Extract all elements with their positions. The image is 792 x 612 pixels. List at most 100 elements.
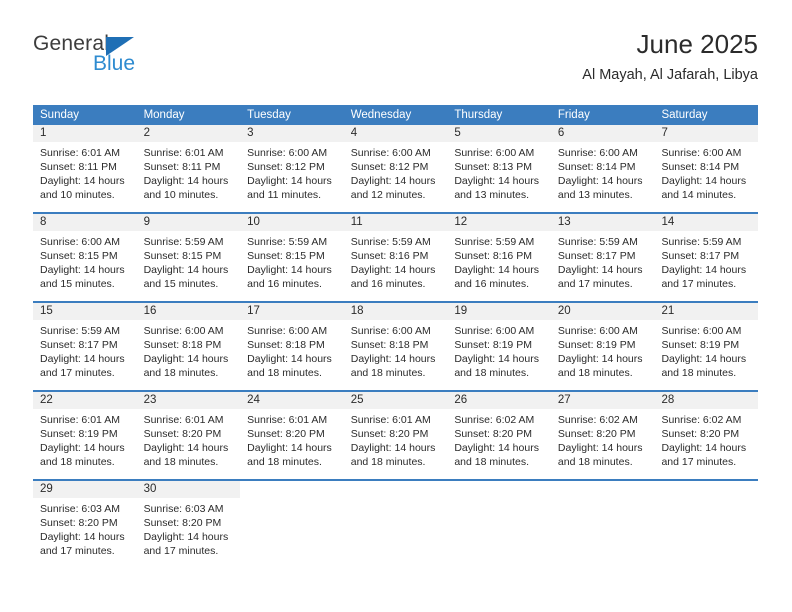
day-cell[interactable]: Sunrise: 6:00 AM Sunset: 8:19 PM Daylight:… [447, 320, 551, 390]
day-number[interactable]: 4 [344, 125, 448, 142]
day-cell[interactable]: Sunrise: 6:00 AM Sunset: 8:19 PM Daylight:… [551, 320, 655, 390]
day-number[interactable]: 27 [551, 392, 655, 409]
day-cell[interactable]: Sunrise: 6:00 AM Sunset: 8:14 PM Daylight:… [654, 142, 758, 212]
day-cell[interactable]: Sunrise: 5:59 AM Sunset: 8:16 PM Daylight:… [344, 231, 448, 301]
day-number-row: 1234567 [33, 125, 758, 142]
day-number[interactable]: 22 [33, 392, 137, 409]
day-number[interactable]: 10 [240, 214, 344, 231]
day-cell[interactable]: Sunrise: 6:00 AM Sunset: 8:13 PM Daylight:… [447, 142, 551, 212]
day-number[interactable]: 2 [137, 125, 241, 142]
day-cell[interactable]: Sunrise: 6:00 AM Sunset: 8:18 PM Daylight:… [137, 320, 241, 390]
daylight-text: Daylight: 14 hours and 10 minutes. [143, 175, 229, 201]
weekday-header-tuesday: Tuesday [247, 109, 291, 121]
day-cell[interactable]: Sunrise: 6:01 AM Sunset: 8:11 PM Daylight:… [33, 142, 137, 212]
daylight-text: Daylight: 14 hours and 12 minutes. [350, 175, 436, 201]
sunrise-text: Sunrise: 5:59 AM [247, 236, 328, 248]
day-number[interactable]: 30 [137, 481, 241, 498]
day-cell[interactable]: Sunrise: 5:59 AM Sunset: 8:15 PM Daylight:… [240, 231, 344, 301]
daylight-text: Daylight: 14 hours and 16 minutes. [350, 264, 436, 290]
day-detail-row: Sunrise: 6:00 AM Sunset: 8:15 PM Daylight:… [33, 231, 758, 301]
daylight-text: Daylight: 14 hours and 17 minutes. [557, 264, 643, 290]
day-number[interactable]: 9 [137, 214, 241, 231]
sunrise-text: Sunrise: 5:59 AM [454, 236, 535, 248]
day-number[interactable]: 8 [33, 214, 137, 231]
day-cell[interactable]: Sunrise: 6:00 AM Sunset: 8:19 PM Daylight:… [654, 320, 758, 390]
day-number[interactable]: 24 [240, 392, 344, 409]
day-number[interactable]: 21 [654, 303, 758, 320]
day-cell[interactable]: Sunrise: 5:59 AM Sunset: 8:17 PM Daylight:… [33, 320, 137, 390]
day-number[interactable]: 15 [33, 303, 137, 320]
day-cell[interactable]: Sunrise: 6:01 AM Sunset: 8:20 PM Daylight:… [240, 409, 344, 479]
day-number[interactable]: 7 [654, 125, 758, 142]
day-number[interactable]: 19 [447, 303, 551, 320]
day-cell-empty [447, 498, 551, 568]
day-number[interactable]: 14 [654, 214, 758, 231]
day-number[interactable]: 11 [344, 214, 448, 231]
day-number[interactable]: 12 [447, 214, 551, 231]
day-number[interactable]: 28 [654, 392, 758, 409]
day-number-row: 15 16 17 18 19 20 21 [33, 303, 758, 320]
daylight-text: Daylight: 14 hours and 15 minutes. [40, 264, 125, 290]
sunrise-text: Sunrise: 6:01 AM [247, 414, 328, 426]
day-cell[interactable]: Sunrise: 6:03 AM Sunset: 8:20 PM Daylight:… [137, 498, 241, 568]
sunrise-text: Sunrise: 6:01 AM [40, 147, 120, 159]
sunset-text: Sunset: 8:19 PM [557, 339, 636, 351]
sunset-text: Sunset: 8:17 PM [557, 250, 636, 262]
sunset-text: Sunset: 8:15 PM [40, 250, 118, 262]
day-cell[interactable]: Sunrise: 6:03 AM Sunset: 8:20 PM Daylight:… [33, 498, 137, 568]
sunrise-text: Sunrise: 6:00 AM [557, 325, 638, 337]
day-cell[interactable]: Sunrise: 6:01 AM Sunset: 8:19 PM Daylight:… [33, 409, 137, 479]
day-number[interactable]: 17 [240, 303, 344, 320]
weekday-header-sunday: Sunday [40, 109, 80, 121]
day-cell[interactable]: Sunrise: 6:02 AM Sunset: 8:20 PM Daylight:… [447, 409, 551, 479]
day-cell[interactable]: Sunrise: 6:02 AM Sunset: 8:20 PM Daylight:… [654, 409, 758, 479]
sunrise-text: Sunrise: 6:00 AM [143, 325, 224, 337]
sunset-text: Sunset: 8:20 PM [557, 428, 636, 440]
day-cell[interactable]: Sunrise: 6:00 AM Sunset: 8:12 PM Daylight:… [344, 142, 448, 212]
day-cell[interactable]: Sunrise: 6:01 AM Sunset: 8:20 PM Daylight:… [344, 409, 448, 479]
day-number[interactable]: 23 [137, 392, 241, 409]
day-cell[interactable]: Sunrise: 6:00 AM Sunset: 8:12 PM Daylight:… [240, 142, 344, 212]
sunrise-text: Sunrise: 6:00 AM [40, 236, 120, 248]
day-cell[interactable]: Sunrise: 6:01 AM Sunset: 8:20 PM Daylight:… [137, 409, 241, 479]
day-cell[interactable]: Sunrise: 6:00 AM Sunset: 8:15 PM Daylight:… [33, 231, 137, 301]
day-number[interactable]: 29 [33, 481, 137, 498]
sunset-text: Sunset: 8:12 PM [350, 161, 429, 173]
day-number[interactable]: 3 [240, 125, 344, 142]
day-cell[interactable]: Sunrise: 6:02 AM Sunset: 8:20 PM Daylight:… [551, 409, 655, 479]
day-number-empty [240, 481, 344, 498]
daylight-text: Daylight: 14 hours and 14 minutes. [661, 175, 747, 201]
general-blue-logo[interactable]: General Blue [33, 32, 213, 88]
calendar-page: General Blue June 2025 Al Mayah, Al Jafa… [0, 0, 792, 612]
day-cell[interactable]: Sunrise: 6:01 AM Sunset: 8:11 PM Daylight:… [137, 142, 241, 212]
day-cell[interactable]: Sunrise: 5:59 AM Sunset: 8:17 PM Daylight:… [654, 231, 758, 301]
day-cell[interactable]: Sunrise: 6:00 AM Sunset: 8:14 PM Daylight:… [551, 142, 655, 212]
sunset-text: Sunset: 8:16 PM [350, 250, 429, 262]
day-cell[interactable]: Sunrise: 6:00 AM Sunset: 8:18 PM Daylight:… [344, 320, 448, 390]
day-cell[interactable]: Sunrise: 6:00 AM Sunset: 8:18 PM Daylight:… [240, 320, 344, 390]
sunrise-text: Sunrise: 6:03 AM [143, 503, 224, 515]
day-number[interactable]: 5 [447, 125, 551, 142]
sunset-text: Sunset: 8:18 PM [247, 339, 325, 351]
day-number[interactable]: 25 [344, 392, 448, 409]
day-number[interactable]: 26 [447, 392, 551, 409]
day-number[interactable]: 16 [137, 303, 241, 320]
day-number[interactable]: 20 [551, 303, 655, 320]
daylight-text: Daylight: 14 hours and 13 minutes. [454, 175, 539, 201]
day-number[interactable]: 6 [551, 125, 655, 142]
daylight-text: Daylight: 14 hours and 10 minutes. [40, 175, 125, 201]
sunset-text: Sunset: 8:20 PM [247, 428, 325, 440]
day-number-empty [343, 481, 448, 498]
day-cell[interactable]: Sunrise: 5:59 AM Sunset: 8:17 PM Daylight:… [551, 231, 655, 301]
calendar-week-row: 22 23 24 25 26 27 28 Sunrise: 6:01 AM Sunset: 8:… [33, 390, 758, 479]
day-cell[interactable]: Sunrise: 5:59 AM Sunset: 8:15 PM Daylight:… [137, 231, 241, 301]
day-number[interactable]: 13 [551, 214, 655, 231]
sunrise-text: Sunrise: 6:02 AM [661, 414, 742, 426]
sunrise-text: Sunrise: 5:59 AM [40, 325, 120, 337]
day-number[interactable]: 18 [344, 303, 448, 320]
sunrise-text: Sunrise: 6:00 AM [350, 325, 431, 337]
day-number[interactable]: 1 [33, 125, 137, 142]
daylight-text: Daylight: 14 hours and 18 minutes. [454, 353, 539, 379]
day-cell[interactable]: Sunrise: 5:59 AM Sunset: 8:16 PM Daylight:… [447, 231, 551, 301]
sunrise-text: Sunrise: 6:00 AM [247, 147, 328, 159]
